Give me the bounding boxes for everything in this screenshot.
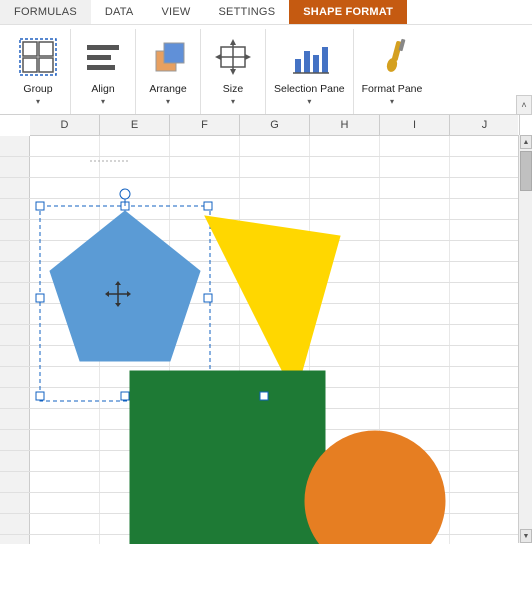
col-header-H: H <box>310 115 380 135</box>
row-number <box>0 367 30 387</box>
format-pane-icon <box>368 33 416 81</box>
selection-pane-label: Selection Pane <box>274 83 345 95</box>
ribbon-group-group[interactable]: Group ▾ <box>6 29 71 114</box>
group-icon <box>14 33 62 81</box>
grid-cell[interactable] <box>240 136 310 156</box>
row-number <box>0 388 30 408</box>
col-header-E: E <box>100 115 170 135</box>
grid-cell[interactable] <box>170 136 240 156</box>
arrange-label: Arrange <box>149 83 186 95</box>
format-pane-arrow: ▾ <box>390 97 394 106</box>
shape-canvas <box>30 156 500 544</box>
grid-cell[interactable] <box>380 136 450 156</box>
col-header-I: I <box>380 115 450 135</box>
grid-cell[interactable] <box>450 136 518 156</box>
col-header-J: J <box>450 115 520 135</box>
row-number <box>0 472 30 492</box>
row-number <box>0 304 30 324</box>
scroll-down-button[interactable]: ▼ <box>520 529 532 543</box>
ribbon-group-format-pane[interactable]: Format Pane ▾ <box>354 29 431 114</box>
arrange-arrow: ▾ <box>166 97 170 106</box>
ribbon-tab-bar: FORMULAS DATA VIEW SETTINGS SHAPE FORMAT <box>0 0 532 24</box>
row-number <box>0 157 30 177</box>
col-header-row: D E F G H I J <box>30 115 518 136</box>
grid-area <box>0 136 518 544</box>
group-label: Group <box>23 83 52 95</box>
align-label: Align <box>91 83 114 95</box>
row-number <box>0 262 30 282</box>
ribbon-group-align[interactable]: Align ▾ <box>71 29 136 114</box>
table-row[interactable] <box>0 136 518 157</box>
selection-pane-icon <box>285 33 333 81</box>
ribbon-group-arrange[interactable]: Arrange ▾ <box>136 29 201 114</box>
format-pane-label: Format Pane <box>362 83 423 95</box>
col-header-G: G <box>240 115 310 135</box>
size-arrow: ▾ <box>231 97 235 106</box>
group-arrow: ▾ <box>36 97 40 106</box>
ribbon-collapse-button[interactable]: ˄ <box>516 95 532 115</box>
selection-pane-arrow: ▾ <box>307 97 311 106</box>
row-number <box>0 430 30 450</box>
ribbon: FORMULAS DATA VIEW SETTINGS SHAPE FORMAT… <box>0 0 532 115</box>
row-number <box>0 283 30 303</box>
align-icon <box>79 33 127 81</box>
tab-shape-format[interactable]: SHAPE FORMAT <box>289 0 407 24</box>
ribbon-content: Group ▾ Align ▾ <box>0 24 532 114</box>
col-header-F: F <box>170 115 240 135</box>
row-number <box>0 199 30 219</box>
row-number <box>0 535 30 544</box>
scroll-up-button[interactable]: ▲ <box>520 135 532 149</box>
grid-cell[interactable] <box>30 136 100 156</box>
grid-cell[interactable] <box>310 136 380 156</box>
row-number <box>0 493 30 513</box>
col-header-D: D <box>30 115 100 135</box>
ribbon-group-size[interactable]: Size ▾ <box>201 29 266 114</box>
spreadsheet: D E F G H I J <box>0 115 532 545</box>
arrange-icon <box>144 33 192 81</box>
row-number <box>0 220 30 240</box>
size-label: Size <box>223 83 243 95</box>
ribbon-group-selection-pane[interactable]: Selection Pane ▾ <box>266 29 354 114</box>
tab-formulas[interactable]: FORMULAS <box>0 0 91 24</box>
tab-data[interactable]: DATA <box>91 0 148 24</box>
row-number <box>0 409 30 429</box>
grid-cell[interactable] <box>100 136 170 156</box>
tab-settings[interactable]: SETTINGS <box>204 0 289 24</box>
row-number <box>0 178 30 198</box>
row-number <box>0 514 30 534</box>
row-number <box>0 241 30 261</box>
size-icon <box>209 33 257 81</box>
align-arrow: ▾ <box>101 97 105 106</box>
row-number <box>0 136 30 156</box>
row-number <box>0 325 30 345</box>
row-number <box>0 451 30 471</box>
vertical-scrollbar[interactable]: ▲ ▼ <box>518 135 532 543</box>
scroll-thumb[interactable] <box>520 151 532 191</box>
tab-view[interactable]: VIEW <box>147 0 204 24</box>
row-number <box>0 346 30 366</box>
